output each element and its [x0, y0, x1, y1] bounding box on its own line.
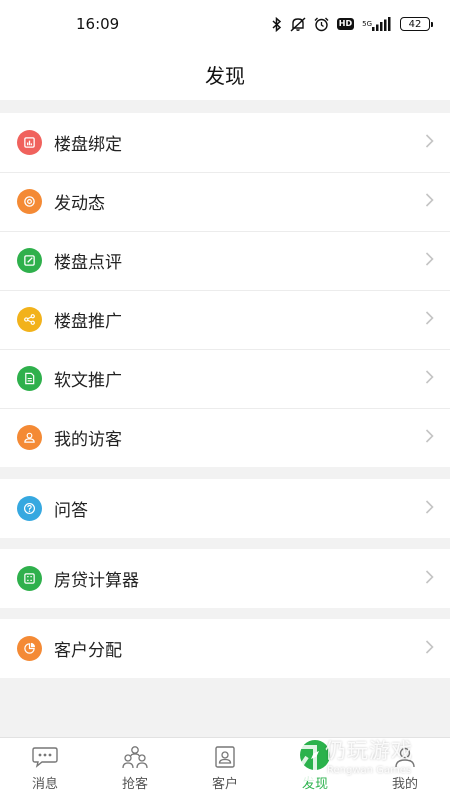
menu-item-post-update[interactable]: 发动态 — [0, 172, 450, 231]
tab-label: 客户 — [211, 777, 238, 792]
menu-item-customer-allocation[interactable]: 客户分配 — [0, 619, 450, 678]
profile-icon — [392, 744, 418, 770]
chevron-right-icon — [425, 192, 434, 211]
menu-item-mortgage-calculator[interactable]: 房贷计算器 — [0, 549, 450, 608]
message-icon — [32, 744, 58, 770]
tab-label: 发现 — [301, 777, 328, 792]
tab-messages[interactable]: 消息 — [0, 738, 90, 800]
alarm-icon — [314, 17, 329, 32]
bottom-tab-bar: 消息 抢客 客户 发现 我的 — [0, 737, 450, 800]
building-icon — [17, 130, 42, 155]
share-icon — [17, 307, 42, 332]
contacts-icon — [212, 744, 238, 770]
hd-icon: HD — [336, 18, 355, 30]
document-icon — [17, 366, 42, 391]
menu-item-label: 软文推广 — [54, 371, 122, 391]
tab-label: 我的 — [391, 777, 418, 792]
menu-item-property-review[interactable]: 楼盘点评 — [0, 231, 450, 290]
chevron-right-icon — [425, 133, 434, 152]
tab-profile[interactable]: 我的 — [360, 738, 450, 800]
menu-group-customers: 客户分配 — [0, 619, 450, 678]
menu-group-main: 楼盘绑定 发动态 楼盘点评 楼盘推广 软文推广 我的访客 — [0, 113, 450, 467]
chevron-right-icon — [425, 310, 434, 329]
menu-item-property-binding[interactable]: 楼盘绑定 — [0, 113, 450, 172]
page-title: 发现 — [205, 63, 245, 88]
tab-label: 消息 — [31, 777, 58, 792]
nav-bar: 发现 — [0, 48, 450, 100]
edit-icon — [17, 248, 42, 273]
network-label: 5G — [362, 19, 372, 28]
battery-icon: 42 — [400, 17, 433, 31]
menu-item-label: 楼盘点评 — [54, 253, 122, 273]
tab-discover[interactable]: 发现 — [270, 738, 360, 800]
menu-item-article-promotion[interactable]: 软文推广 — [0, 349, 450, 408]
target-icon — [17, 189, 42, 214]
bluetooth-icon — [272, 16, 282, 32]
menu-group-tools: 房贷计算器 — [0, 549, 450, 608]
menu-group-qa: 问答 — [0, 479, 450, 538]
chevron-right-icon — [425, 499, 434, 518]
menu-item-label: 楼盘绑定 — [54, 135, 122, 155]
chevron-right-icon — [425, 251, 434, 270]
menu-item-my-visitors[interactable]: 我的访客 — [0, 408, 450, 467]
menu-item-label: 楼盘推广 — [54, 312, 122, 332]
tab-grab-customers[interactable]: 抢客 — [90, 738, 180, 800]
menu-item-label: 发动态 — [54, 194, 105, 214]
people-icon — [122, 744, 148, 770]
pie-icon — [17, 636, 42, 661]
signal-icon: 5G — [362, 17, 392, 31]
visitor-icon — [17, 425, 42, 450]
chevron-right-icon — [425, 569, 434, 588]
menu-item-qa[interactable]: 问答 — [0, 479, 450, 538]
mute-icon — [290, 16, 306, 32]
menu-item-label: 房贷计算器 — [54, 571, 139, 591]
chevron-right-icon — [425, 369, 434, 388]
status-bar: 16:09 HD 5G 42 — [0, 0, 450, 48]
chevron-right-icon — [425, 428, 434, 447]
tab-label: 抢客 — [121, 777, 148, 792]
menu-item-label: 问答 — [54, 501, 88, 521]
menu-item-property-promotion[interactable]: 楼盘推广 — [0, 290, 450, 349]
menu-item-label: 客户分配 — [54, 641, 122, 661]
status-icons: HD 5G 42 — [272, 16, 433, 32]
status-time: 16:09 — [76, 15, 120, 33]
menu-item-label: 我的访客 — [54, 430, 122, 450]
chevron-right-icon — [425, 639, 434, 658]
discover-icon — [300, 740, 330, 770]
tab-customers[interactable]: 客户 — [180, 738, 270, 800]
question-icon — [17, 496, 42, 521]
calculator-icon — [17, 566, 42, 591]
